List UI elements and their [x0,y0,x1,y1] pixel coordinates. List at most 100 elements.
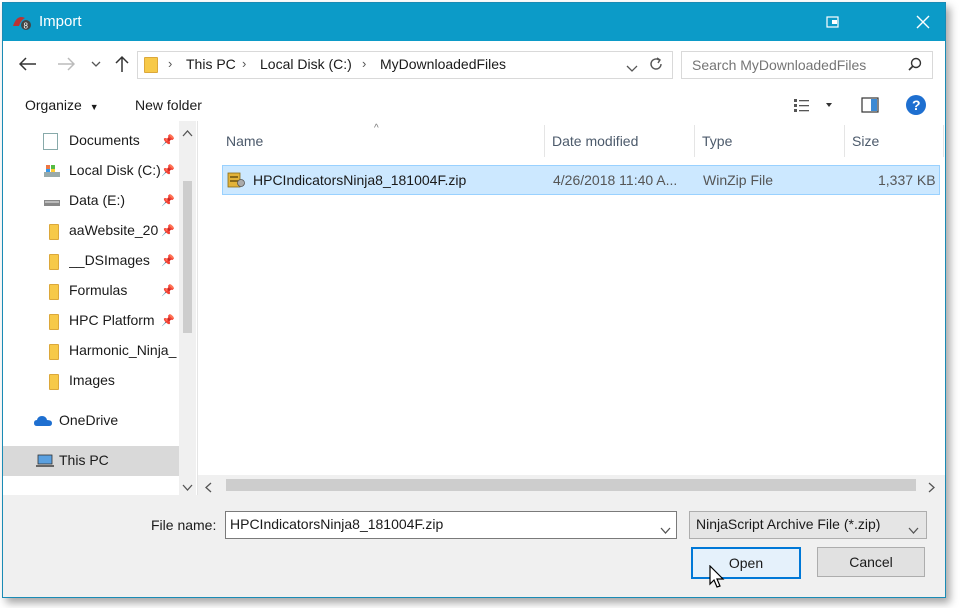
forward-arrow-icon[interactable] [55,53,77,75]
breadcrumb-separator-icon: › [362,56,367,71]
folder-icon [49,254,59,270]
nav-item-data-drive[interactable]: Data (E:) 📌 [3,186,179,216]
column-divider[interactable] [943,125,944,157]
nav-item-local-disk[interactable]: Local Disk (C:) 📌 [3,156,179,186]
column-divider[interactable] [544,125,545,157]
winzip-file-icon [227,171,245,192]
file-name-field[interactable]: HPCIndicatorsNinja8_181004F.zip [225,511,677,539]
scroll-left-chevron-icon[interactable] [204,480,212,496]
pin-icon[interactable]: 📌 [161,134,175,147]
nav-item-dsimages[interactable]: __DSImages 📌 [3,246,179,276]
column-header-type[interactable]: Type [702,133,732,149]
nav-item-label: aaWebsite_20 [69,222,159,238]
recent-locations-chevron-icon[interactable] [85,53,107,75]
pin-icon[interactable]: 📌 [161,224,175,237]
breadcrumb-this-pc[interactable]: This PC [186,56,236,72]
open-button[interactable]: Open [691,547,801,579]
column-header-date[interactable]: Date modified [552,133,638,149]
file-name-cell: HPCIndicatorsNinja8_181004F.zip [253,172,467,188]
nav-item-label: HPC Platform [69,312,155,328]
pin-icon[interactable]: 📌 [161,194,175,207]
nav-item-onedrive[interactable]: OneDrive [3,406,179,436]
nav-item-label: Formulas [69,282,128,298]
pin-icon[interactable]: 📌 [161,284,175,297]
address-dropdown-chevron-icon[interactable] [626,60,638,76]
nav-item-label: Data (E:) [69,192,126,208]
nav-item-label: Documents [69,132,140,148]
column-divider[interactable] [844,125,845,157]
back-arrow-icon[interactable] [17,53,39,75]
window-title: Import [39,13,82,30]
navigation-pane: Documents 📌 Local Disk (C:) 📌 Data (E:) … [3,121,198,495]
search-box[interactable] [681,51,933,79]
folder-icon [49,314,59,330]
scrollbar-thumb[interactable] [226,479,916,491]
nav-item-formulas[interactable]: Formulas 📌 [3,276,179,306]
scroll-down-chevron-icon[interactable] [182,479,193,495]
nav-item-aawebsite[interactable]: aaWebsite_20 📌 [3,216,179,246]
import-dialog: 8 Import › This PC › Local Disk (C:) › M… [2,2,946,598]
address-bar[interactable]: › This PC › Local Disk (C:) › MyDownload… [137,51,673,79]
chevron-down-icon: ▼ [89,102,99,112]
nav-item-this-pc[interactable]: This PC [3,446,179,476]
organize-menu-button[interactable]: Organize ▼ [25,97,99,113]
search-input[interactable] [690,55,904,75]
file-type-cell: WinZip File [703,172,774,188]
breadcrumb-separator-icon: › [242,56,247,71]
column-divider[interactable] [694,125,695,157]
mouse-cursor-icon [709,564,725,592]
nav-item-harmonic-ninja[interactable]: Harmonic_Ninja_ [3,336,179,366]
breadcrumb-mydownloadedfiles[interactable]: MyDownloadedFiles [380,56,506,72]
preview-pane-icon[interactable] [861,97,879,116]
sort-ascending-icon: ^ [374,123,379,134]
search-icon[interactable] [908,57,922,74]
pin-icon[interactable]: 📌 [161,254,175,267]
cancel-button[interactable]: Cancel [817,547,925,577]
file-name-dropdown-chevron-icon[interactable] [660,521,671,537]
up-arrow-icon[interactable] [111,53,133,75]
file-type-filter-value: NinjaScript Archive File (*.zip) [696,516,881,532]
new-folder-button[interactable]: New folder [135,97,202,113]
folder-icon [49,284,59,300]
nav-item-images[interactable]: Images [3,366,179,396]
column-header-size[interactable]: Size [852,133,879,149]
table-row[interactable]: HPCIndicatorsNinja8_181004F.zip 4/26/201… [222,165,940,195]
address-row: › This PC › Local Disk (C:) › MyDownload… [3,41,945,89]
nav-item-documents[interactable]: Documents 📌 [3,126,179,156]
scroll-right-chevron-icon[interactable] [928,480,936,496]
file-type-filter-select[interactable]: NinjaScript Archive File (*.zip) [689,511,927,539]
nav-item-label: Local Disk (C:) [69,162,161,178]
column-header-name[interactable]: Name [226,133,263,149]
horizontal-scrollbar[interactable] [198,475,945,495]
breadcrumb-local-disk[interactable]: Local Disk (C:) [260,56,352,72]
folder-icon [144,57,158,73]
nav-item-hpc-platform[interactable]: HPC Platform 📌 [3,306,179,336]
chevron-down-icon [908,521,919,537]
documents-icon [43,133,58,150]
view-options-icon[interactable] [793,98,837,115]
svg-text:?: ? [912,97,921,113]
title-bar: 8 Import [3,3,945,41]
refresh-icon[interactable] [648,56,664,75]
scroll-up-chevron-icon[interactable] [182,124,193,140]
restore-icon[interactable] [819,9,847,35]
pin-icon[interactable]: 📌 [161,314,175,327]
drive-icon [43,194,61,208]
ninja-app-icon: 8 [11,12,35,32]
nav-vertical-scrollbar[interactable] [179,121,196,495]
scrollbar-thumb[interactable] [183,181,192,333]
close-icon[interactable] [909,9,937,35]
file-date-cell: 4/26/2018 11:40 A... [553,172,678,188]
nav-item-label: This PC [59,452,109,468]
file-size-cell: 1,337 KB [878,172,936,188]
dialog-footer: File name: HPCIndicatorsNinja8_181004F.z… [3,495,945,597]
onedrive-cloud-icon [33,414,52,428]
breadcrumb-separator-icon: › [168,56,173,71]
help-icon[interactable]: ? [906,95,926,118]
file-list: ^ Name Date modified Type Size HPCIndica… [198,121,945,495]
pin-icon[interactable]: 📌 [161,164,175,177]
computer-icon [35,454,54,468]
folder-icon [49,374,59,390]
folder-icon [49,344,59,360]
svg-text:8: 8 [24,22,29,31]
